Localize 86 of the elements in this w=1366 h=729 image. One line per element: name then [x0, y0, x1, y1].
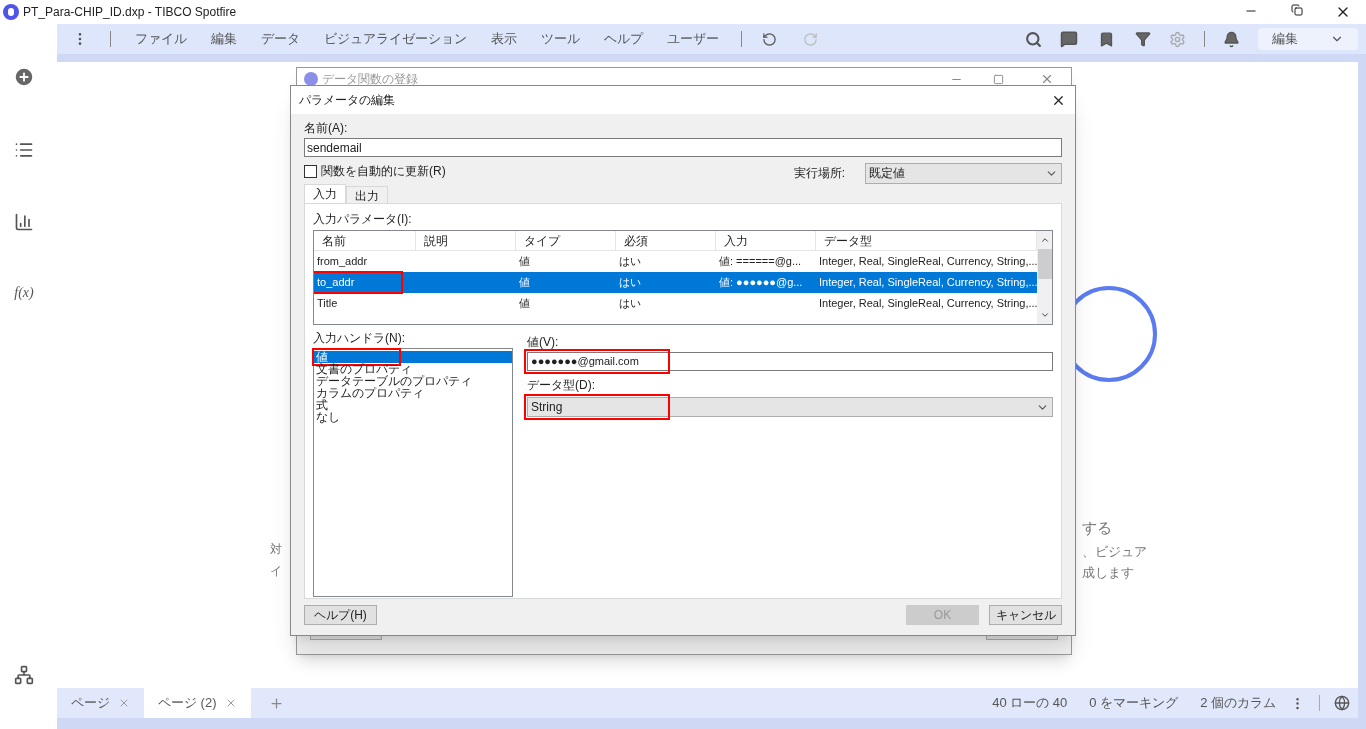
menu-item[interactable]: ヘルプ — [592, 24, 655, 54]
field-label: 値(V): — [527, 334, 560, 351]
function-button[interactable]: f(x) — [14, 282, 34, 303]
background-text: イ — [270, 563, 282, 580]
notification-icon[interactable] — [1223, 30, 1240, 48]
chat-icon[interactable] — [1060, 30, 1078, 48]
dialog-title: パラメータの編集 — [299, 92, 395, 109]
table-cell-text: はい — [619, 296, 641, 312]
status-text: 0 をマーキング — [1089, 694, 1179, 713]
list-icon[interactable] — [14, 140, 34, 160]
list-item[interactable]: 値 — [314, 351, 512, 363]
page-tab[interactable]: ページ (2) — [144, 688, 251, 718]
list-item[interactable]: データテーブルのプロパティ — [314, 375, 512, 387]
column-header[interactable]: 説明 — [416, 231, 516, 250]
hierarchy-icon[interactable] — [14, 665, 34, 685]
table-row[interactable]: to_addr 値 はい 値: ●●●●●●@g... Integer, Real, SingleReal, Currency, String,... — [314, 272, 1037, 293]
add-page-icon[interactable] — [268, 695, 284, 711]
scroll-up-icon[interactable] — [1039, 235, 1050, 245]
menu-item[interactable]: 編集 — [199, 24, 249, 54]
table-cell-text: 値: ======@g... — [719, 254, 802, 270]
scrollbar[interactable] — [1037, 231, 1052, 324]
column-header[interactable]: 名前 — [314, 231, 416, 250]
background-text: する — [1082, 518, 1112, 538]
column-header[interactable]: タイプ — [516, 231, 616, 250]
tab[interactable]: 入力 — [304, 184, 346, 203]
list-item[interactable]: なし — [314, 411, 512, 423]
app-logo-icon — [3, 4, 19, 20]
table-cell-text: Title — [317, 296, 338, 312]
app-logo-icon — [304, 72, 318, 86]
background-text: 対 — [270, 541, 282, 558]
globe-icon[interactable] — [1334, 695, 1350, 711]
checkbox-label: 関数を自動的に更新(R) — [321, 163, 446, 180]
list-item[interactable]: 式 — [314, 399, 512, 411]
menu-item[interactable]: 表示 — [479, 24, 529, 54]
field-label: 入力パラメータ(I): — [313, 212, 412, 226]
filter-icon[interactable] — [1135, 31, 1151, 47]
list-item[interactable]: 文書のプロパティ — [314, 363, 512, 375]
table-cell-text: Integer, Real, SingleReal, Currency, String,... — [819, 296, 1038, 312]
scroll-down-icon[interactable] — [1039, 310, 1050, 320]
bar-chart-icon[interactable] — [14, 212, 34, 232]
tab[interactable]: 出力 — [346, 186, 388, 203]
list-item[interactable]: カラムのプロパティ — [314, 387, 512, 399]
dialog-button[interactable]: ヘルプ(H) — [304, 605, 377, 625]
window-title: PT_Para-CHIP_ID.dxp - TIBCO Spotfire — [23, 4, 237, 21]
table-cell-text: はい — [619, 275, 641, 291]
field-label: データ型(D): — [527, 377, 596, 394]
column-header[interactable]: 必須 — [616, 231, 716, 250]
undo-icon[interactable] — [762, 31, 777, 47]
menu-item[interactable]: ユーザー — [655, 24, 731, 54]
name-field[interactable]: sendemail — [304, 138, 1062, 157]
field-label: 入力ハンドラ(N): — [313, 330, 406, 347]
background-text: 成します — [1082, 564, 1134, 582]
table-row[interactable]: from_addr 値 はい 値: ======@g... Integer, Real, SingleReal, Currency, String,... — [314, 251, 1037, 272]
table-cell-text: Integer, Real, SingleReal, Currency, String,... — [819, 275, 1038, 291]
menu-item[interactable]: ビジュアライゼーション — [312, 24, 479, 54]
mode-select[interactable]: 編集 — [1258, 28, 1358, 50]
type-select[interactable]: String — [527, 397, 1053, 417]
column-header[interactable]: 入力 — [716, 231, 816, 250]
table-row[interactable]: Title 値 はい Integer, Real, SingleReal, Currency, String,... — [314, 293, 1037, 314]
menu-item[interactable]: ツール — [529, 24, 592, 54]
menu-item[interactable]: ファイル — [123, 24, 199, 54]
table-cell-text: 値: ●●●●●●@g... — [719, 275, 803, 291]
status-text: 40 ローの 40 — [992, 694, 1068, 713]
menu-item[interactable]: データ — [249, 24, 312, 54]
maximize-icon[interactable] — [993, 73, 1004, 85]
value-field[interactable]: ●●●●●●●@gmail.com — [527, 352, 1053, 371]
add-icon[interactable] — [13, 66, 35, 88]
table-cell-text: 値 — [519, 275, 530, 291]
dialog-button[interactable]: キャンセル — [989, 605, 1062, 625]
search-icon[interactable] — [1025, 30, 1042, 48]
status-text: 2 個のカラム — [1200, 694, 1276, 713]
table-cell-text: Integer, Real, SingleReal, Currency, String,... — [819, 254, 1038, 270]
dialog-title: データ関数の登録 — [322, 71, 418, 88]
page-tab[interactable]: ページ — [57, 688, 144, 718]
table-cell-text: 値 — [519, 296, 530, 312]
bookmark-icon[interactable] — [1098, 30, 1115, 48]
table-cell-text: from_addr — [317, 254, 368, 270]
table-cell-text: はい — [619, 254, 641, 270]
field-label: 実行場所: — [793, 165, 845, 182]
table-cell-text: to_addr — [317, 275, 355, 291]
table-cell-text: 値 — [519, 254, 530, 270]
checkbox[interactable] — [304, 164, 317, 178]
location-select[interactable]: 既定値 — [865, 162, 1062, 184]
background-text: 、ビジュア — [1082, 542, 1147, 561]
restore-icon[interactable] — [1291, 4, 1303, 16]
field-label: 名前(A): — [304, 120, 349, 137]
